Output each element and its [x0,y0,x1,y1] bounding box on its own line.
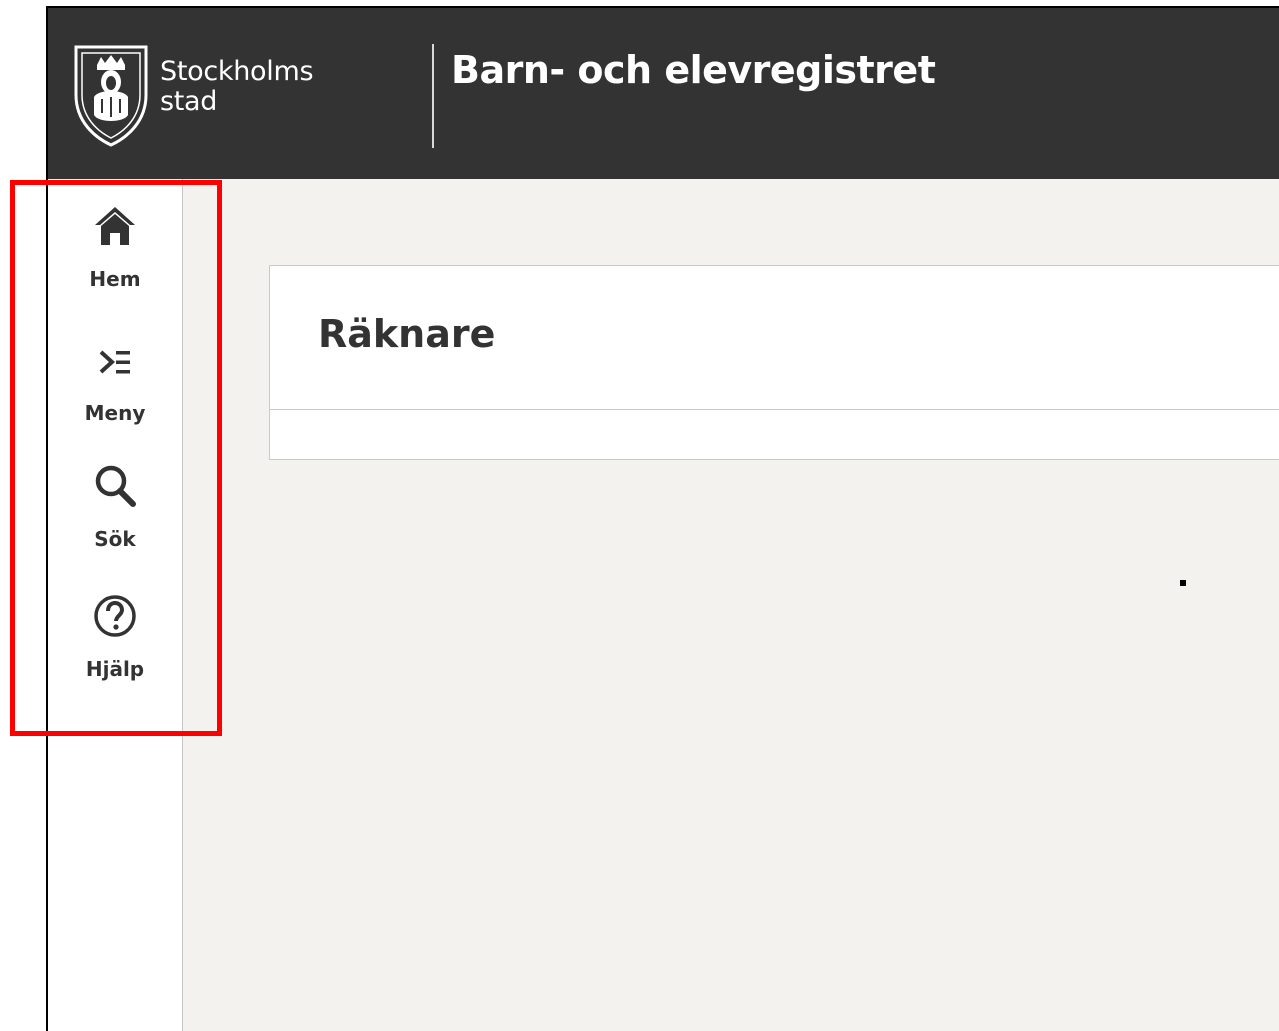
app-header: Stockholms stad Barn- och elevregistret [48,8,1279,179]
sidebar-nav: Hem Meny Sök Hjälp [48,179,183,1031]
main-content: Räknare [183,179,1279,1031]
sidebar-item-label: Hem [89,267,141,291]
search-icon [95,465,136,507]
logo-text-line2: stad [160,86,218,117]
sidebar-item-label: Hjälp [85,657,145,681]
stray-dot [1180,580,1186,586]
logo-text-line1: Stockholms [160,56,314,87]
screenshot-frame: Stockholms stad Barn- och elevregistret … [0,0,1279,1031]
home-icon [95,207,135,245]
sidebar-item-label: Sök [94,527,136,551]
counter-card: Räknare [269,265,1279,460]
header-divider [432,44,434,148]
help-icon [94,595,136,637]
menu-icon [99,350,130,374]
sidebar-item-label: Meny [84,401,146,425]
card-divider [270,409,1279,410]
logo-text: Stockholms stad [160,56,314,117]
sidebar-item-hjalp[interactable]: Hjälp [48,593,182,703]
app-window: Stockholms stad Barn- och elevregistret … [46,6,1279,1031]
city-crest-icon [74,45,148,147]
sidebar-item-sok[interactable]: Sök [48,463,182,573]
sidebar-item-meny[interactable]: Meny [48,337,182,447]
stockholms-stad-logo[interactable]: Stockholms stad [70,43,360,153]
card-title: Räknare [318,312,496,356]
sidebar-item-hem[interactable]: Hem [48,203,182,313]
app-title: Barn- och elevregistret [451,48,936,92]
